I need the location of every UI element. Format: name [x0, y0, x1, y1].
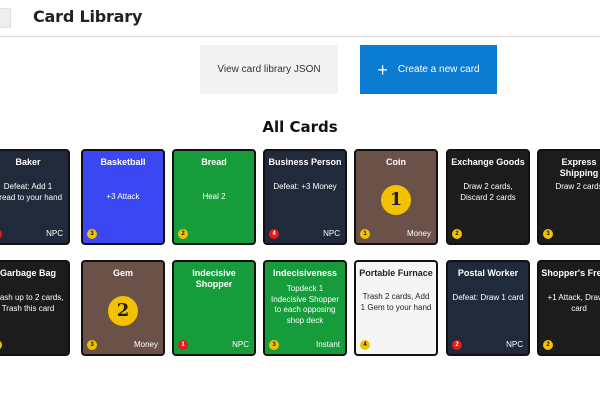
card-description: Topdeck 1 Indecisive Shopper to each opp…	[270, 284, 340, 325]
card[interactable]: Gem 2 3 Money	[81, 260, 165, 356]
coin-value-icon: 2	[108, 296, 138, 326]
card-description: Trash 2 cards, Add 1 Gem to your hand	[360, 292, 432, 312]
cost-badge: 4	[360, 340, 370, 350]
card-description: Trash up to 2 cards, Trash this card	[0, 293, 64, 313]
card[interactable]: Indecisiveness Topdeck 1 Indecisive Shopp…	[263, 260, 347, 356]
card[interactable]: Exchange Goods Draw 2 cards, Discard 2 ca…	[446, 149, 530, 245]
card-title: Express Shipping	[559, 157, 599, 178]
card-description: Defeat: Add 1 Bread to your hand	[0, 182, 63, 202]
card-description: Draw 2 cards	[555, 182, 600, 191]
card-title: Garbage Bag	[0, 268, 57, 278]
card-description: +3 Attack	[106, 192, 140, 201]
card[interactable]: Coin 1 1 Money	[354, 149, 438, 245]
cost-badge: 4	[269, 229, 279, 239]
cost-badge: 3	[269, 340, 279, 350]
card-title: Postal Worker	[457, 268, 519, 278]
card[interactable]: Express Shipping Draw 2 cards 3	[537, 149, 600, 245]
plus-icon: +	[377, 59, 388, 80]
card-type-tag: NPC	[232, 340, 249, 349]
card-title: Basketball	[100, 157, 146, 167]
card[interactable]: Basketball +3 Attack 3	[81, 149, 165, 245]
menu-tab[interactable]	[0, 8, 11, 28]
card-title: Gem	[112, 268, 133, 278]
create-card-button[interactable]: + Create a new card	[360, 45, 497, 94]
cost-badge: 1	[178, 340, 188, 350]
card-type-tag: NPC	[323, 229, 340, 238]
card[interactable]: Postal Worker Defeat: Draw 1 card 2 NPC	[446, 260, 530, 356]
card-description: Draw 2 cards, Discard 2 cards	[460, 182, 516, 202]
card-title: Portable Furnace	[359, 268, 433, 278]
view-json-button[interactable]: View card library JSON	[200, 45, 338, 94]
card-title: Indecisiveness	[272, 268, 338, 278]
card[interactable]: Baker Defeat: Add 1 Bread to your hand 3 NP…	[0, 149, 70, 245]
card-type-tag: Instant	[315, 340, 340, 349]
card-title: Exchange Goods	[451, 157, 525, 167]
coin-value-icon: 1	[381, 185, 411, 215]
cost-badge: 2	[452, 229, 462, 239]
card-title: Bread	[201, 157, 227, 167]
card-type-tag: Money	[406, 229, 431, 238]
cost-badge: 2	[452, 340, 462, 350]
card-title: Business Person	[268, 157, 342, 167]
create-card-label: Create a new card	[397, 64, 480, 75]
view-json-label: View card library JSON	[217, 64, 321, 75]
cost-badge: 2	[543, 340, 553, 350]
cost-badge: 3	[87, 229, 97, 239]
card-description: Defeat: +3 Money	[273, 182, 337, 191]
card-description: +1 Attack, Draw 1 card	[547, 293, 600, 313]
card[interactable]: Portable Furnace Trash 2 cards, Add 1 Gem…	[354, 260, 438, 356]
card-title: Shopper's Frenzy	[541, 268, 600, 278]
card-type-tag: Money	[133, 340, 158, 349]
card[interactable]: Business Person Defeat: +3 Money 4 NPC	[263, 149, 347, 245]
card-type-tag: NPC	[506, 340, 523, 349]
card-type-tag: NPC	[46, 229, 63, 238]
card[interactable]: Garbage Bag Trash up to 2 cards, Trash th…	[0, 260, 70, 356]
cost-badge: 1	[360, 229, 370, 239]
card[interactable]: Bread Heal 2 2	[172, 149, 256, 245]
card[interactable]: Shopper's Frenzy +1 Attack, Draw 1 card 2	[537, 260, 600, 356]
cost-badge: 3	[87, 340, 97, 350]
card-description: Defeat: Draw 1 card	[452, 293, 524, 302]
card[interactable]: Indecisive Shopper 1 NPC	[172, 260, 256, 356]
page-title: Card Library	[33, 7, 143, 26]
cost-badge: 2	[178, 229, 188, 239]
cost-badge: 3	[0, 229, 2, 239]
cost-badge: 2	[0, 340, 2, 350]
app-header: Card Library	[0, 0, 600, 37]
section-title: All Cards	[262, 118, 338, 136]
card-title: Baker	[15, 157, 41, 167]
card-title: Coin	[386, 157, 406, 167]
cost-badge: 3	[543, 229, 553, 239]
card-description: Heal 2	[202, 192, 226, 201]
card-title: Indecisive Shopper	[192, 268, 236, 289]
